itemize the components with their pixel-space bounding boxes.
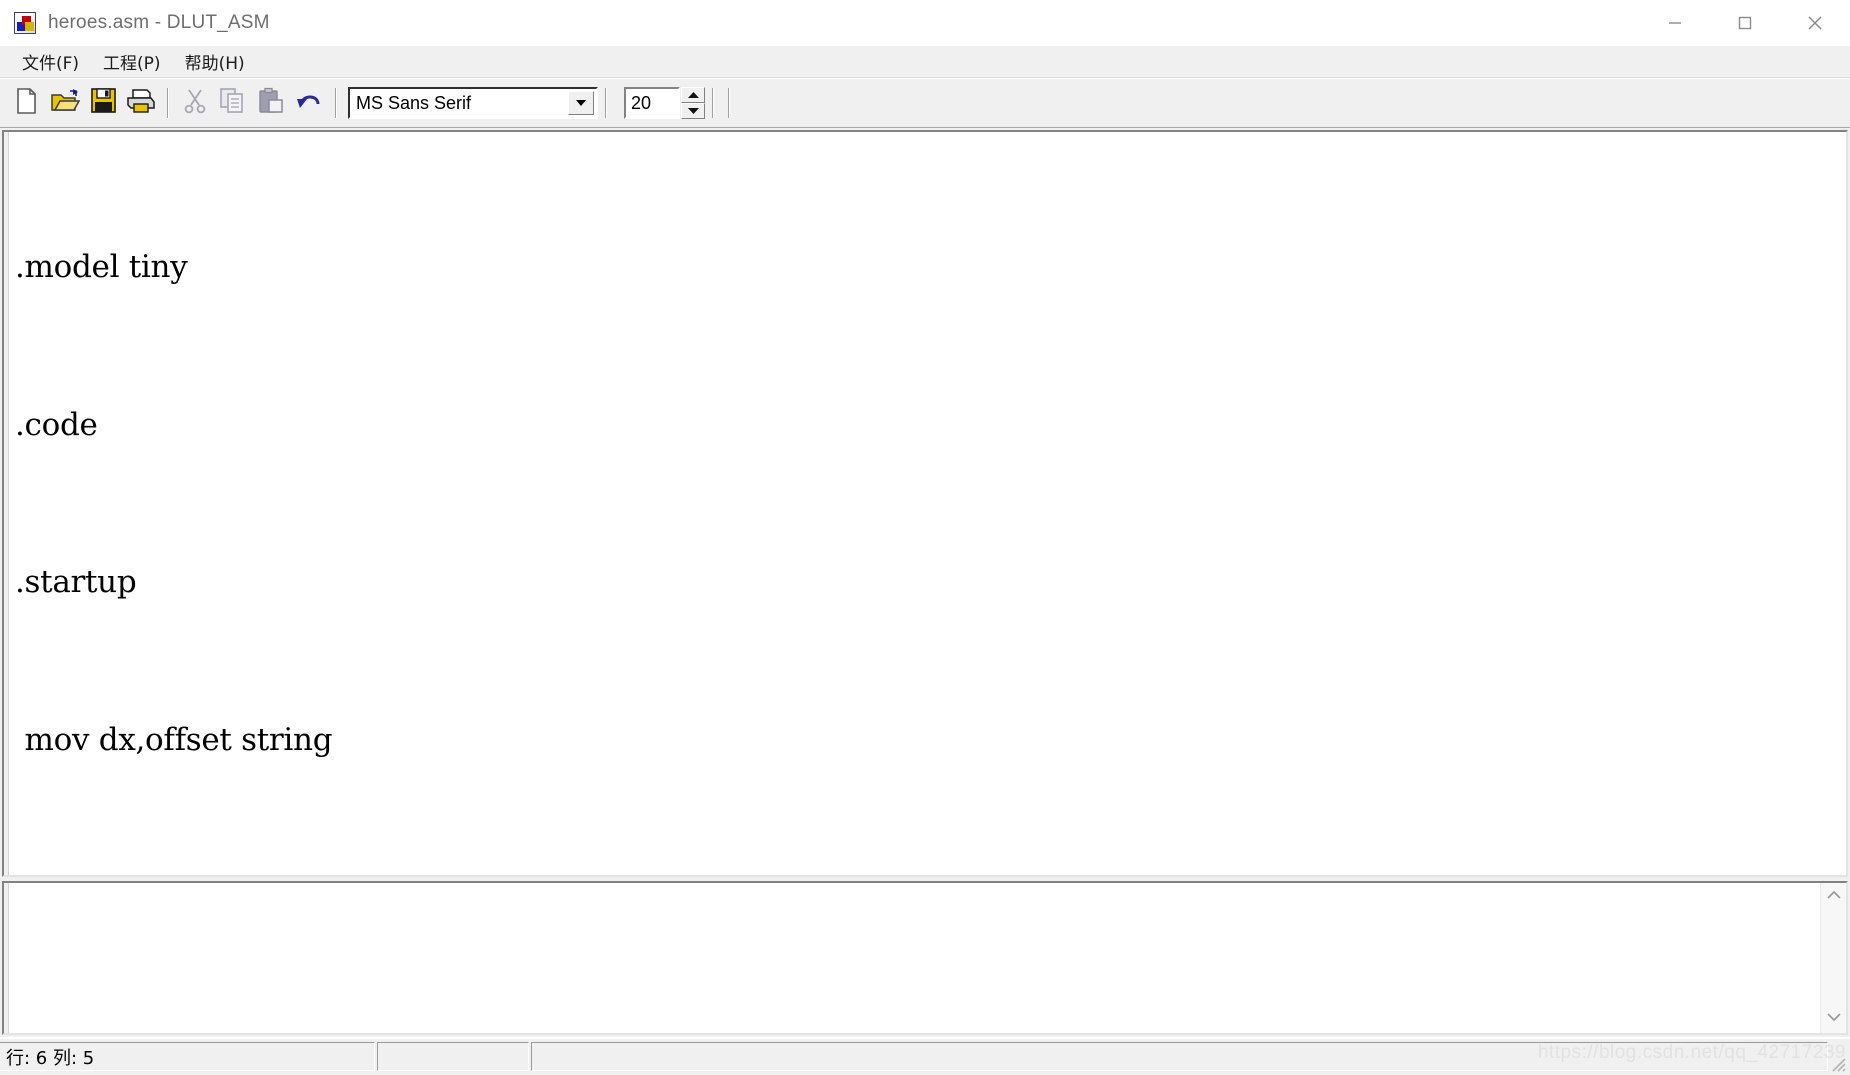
menu-bar: 文件(F) 工程(P) 帮助(H) bbox=[0, 46, 1850, 78]
toolbar: MS Sans Serif 20 bbox=[0, 78, 1850, 128]
output-container bbox=[0, 877, 1850, 1037]
save-file-button[interactable] bbox=[84, 84, 122, 122]
code-editor[interactable]: .model tiny .code .startup mov dx,offset… bbox=[2, 130, 1848, 877]
save-file-icon bbox=[90, 87, 117, 119]
code-line: mov dx,offset string bbox=[15, 721, 333, 758]
toolbar-separator-2 bbox=[335, 88, 337, 118]
font-size-stepper[interactable] bbox=[681, 87, 705, 119]
cut-icon bbox=[183, 87, 207, 119]
maximize-button[interactable] bbox=[1710, 0, 1780, 46]
font-size-input[interactable]: 20 bbox=[624, 87, 680, 119]
open-file-icon bbox=[50, 87, 81, 120]
font-size-value: 20 bbox=[631, 92, 652, 113]
window-controls bbox=[1640, 0, 1850, 46]
copy-icon bbox=[219, 87, 247, 119]
close-button[interactable] bbox=[1780, 0, 1850, 46]
toolbar-separator-5 bbox=[728, 88, 730, 118]
menu-project[interactable]: 工程(P) bbox=[91, 46, 173, 77]
copy-button[interactable] bbox=[214, 84, 252, 122]
undo-icon bbox=[295, 88, 323, 119]
scroll-down-icon[interactable] bbox=[1826, 1010, 1842, 1028]
stepper-up-icon[interactable] bbox=[681, 87, 705, 103]
status-panel-2 bbox=[377, 1042, 529, 1071]
menu-help[interactable]: 帮助(H) bbox=[173, 46, 257, 77]
code-line: mov ah,9 bbox=[15, 871, 1846, 875]
toolbar-separator-1 bbox=[167, 88, 169, 118]
chevron-down-icon[interactable] bbox=[568, 91, 594, 115]
toolbar-separator-4 bbox=[712, 88, 714, 118]
font-family-combobox[interactable]: MS Sans Serif bbox=[348, 87, 598, 119]
code-line: .startup bbox=[15, 564, 137, 600]
cut-button[interactable] bbox=[176, 84, 214, 122]
minimize-button[interactable] bbox=[1640, 0, 1710, 46]
scroll-up-icon[interactable] bbox=[1826, 888, 1842, 906]
stepper-down-icon[interactable] bbox=[681, 103, 705, 119]
new-file-icon bbox=[14, 87, 40, 120]
open-file-button[interactable] bbox=[46, 84, 84, 122]
new-file-button[interactable] bbox=[8, 84, 46, 122]
output-text bbox=[9, 883, 1820, 1033]
code-line: .code bbox=[15, 406, 98, 443]
editor-container: .model tiny .code .startup mov dx,offset… bbox=[0, 128, 1850, 877]
code-text-area[interactable]: .model tiny .code .startup mov dx,offset… bbox=[9, 132, 1846, 875]
font-family-value: MS Sans Serif bbox=[356, 92, 472, 113]
application-window: heroes.asm - DLUT_ASM 文件(F) 工程(P) 帮助(H) bbox=[0, 0, 1850, 1075]
print-icon bbox=[126, 87, 156, 120]
status-panel-3 bbox=[531, 1042, 1828, 1071]
menu-file[interactable]: 文件(F) bbox=[10, 46, 91, 77]
status-cursor-position: 行: 6 列: 5 bbox=[0, 1042, 375, 1071]
output-vertical-scrollbar[interactable] bbox=[1820, 883, 1846, 1033]
code-line: .model tiny bbox=[15, 249, 188, 285]
status-bar: 行: 6 列: 5 https://blog.csdn.net/qq_42717… bbox=[0, 1037, 1850, 1075]
asm-app-icon bbox=[14, 11, 36, 34]
output-pane[interactable] bbox=[2, 881, 1848, 1035]
print-button[interactable] bbox=[122, 84, 160, 122]
resize-grip-icon[interactable] bbox=[1829, 1055, 1847, 1073]
paste-button[interactable] bbox=[252, 84, 290, 122]
title-bar: heroes.asm - DLUT_ASM bbox=[0, 0, 1850, 46]
undo-button[interactable] bbox=[290, 84, 328, 122]
toolbar-separator-3 bbox=[605, 88, 607, 118]
paste-icon bbox=[257, 87, 285, 119]
window-title: heroes.asm - DLUT_ASM bbox=[48, 11, 270, 33]
